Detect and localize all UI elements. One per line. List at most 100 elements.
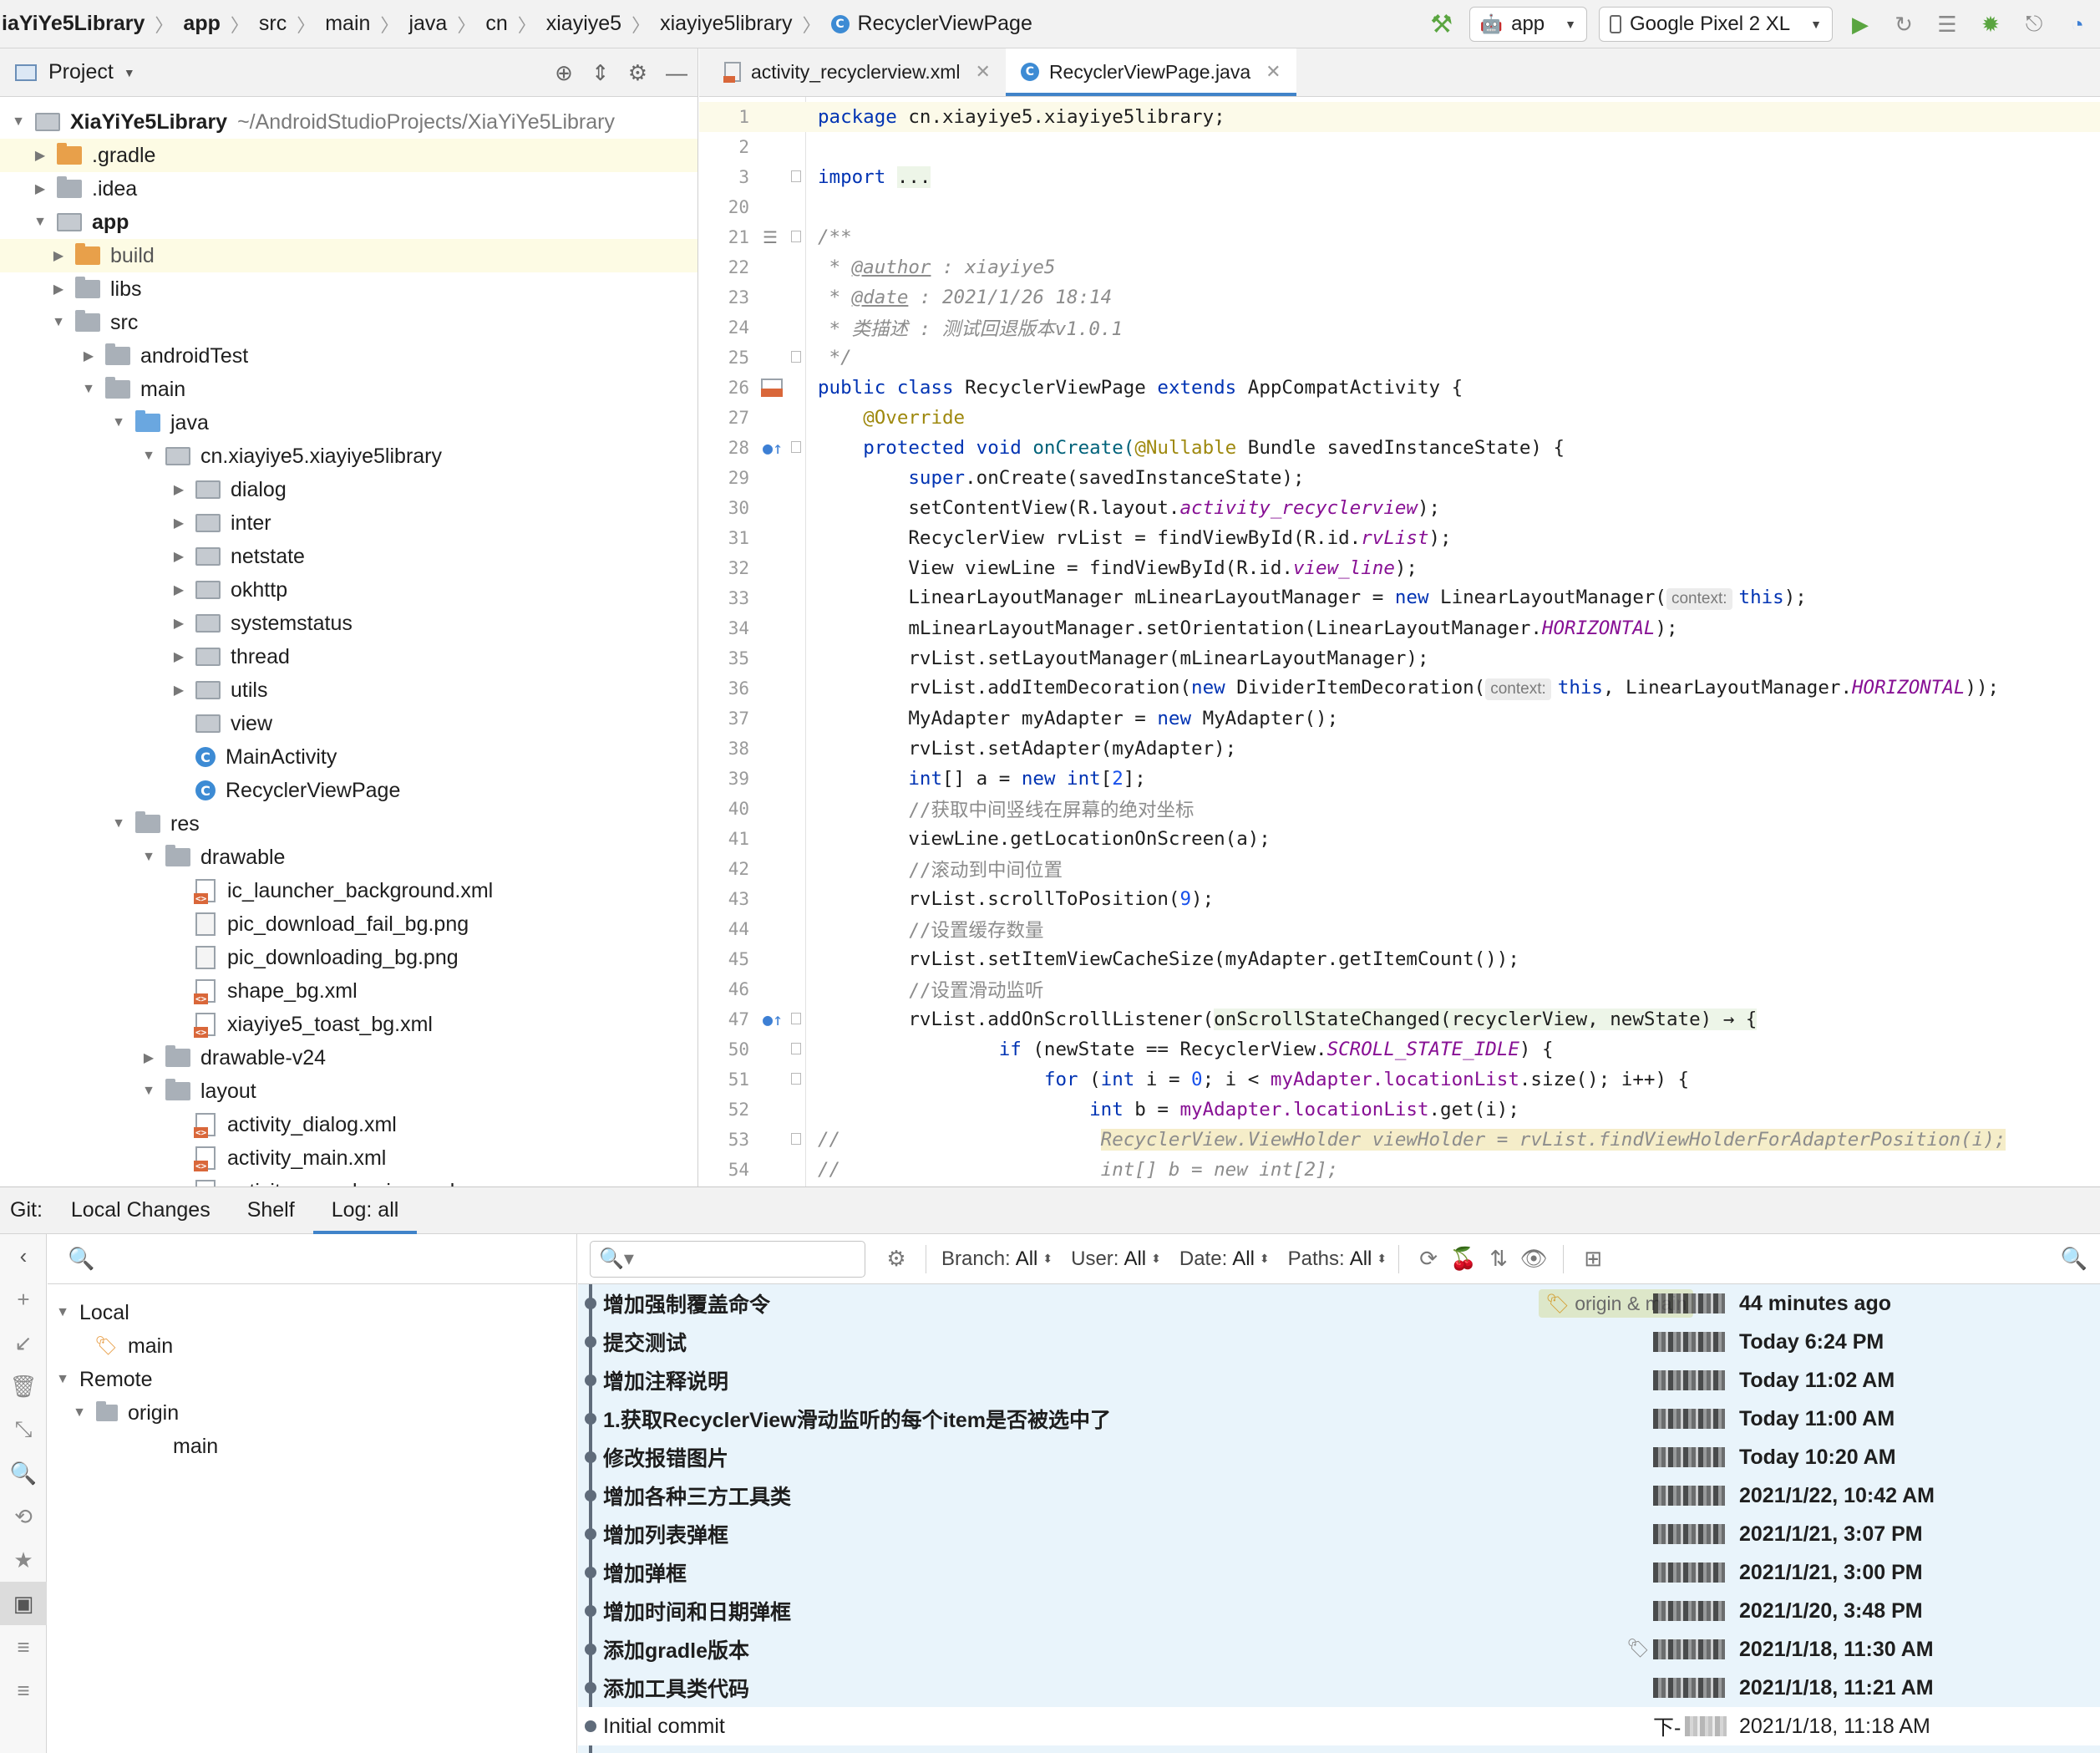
tree-item-root[interactable]: ▼ XiaYiYe5Library ~/AndroidStudioProjects/… — [0, 105, 697, 139]
code-line[interactable]: 51 for (int i = 0; i < myAdapter.locatio… — [699, 1065, 2100, 1095]
commit-row[interactable]: 增加列表弹框 2021/1/21, 3:07 PM — [578, 1515, 2100, 1553]
tree-item-file[interactable]: ▶pic_download_fail_bg.png — [0, 907, 697, 941]
code-line[interactable]: 42 //滚动到中间位置 — [699, 854, 2100, 884]
code-line[interactable]: 50 if (newState == RecyclerView.SCROLL_S… — [699, 1034, 2100, 1065]
attach-debugger-icon[interactable]: ⎋ — [2018, 8, 2050, 40]
tree-item-netstate[interactable]: ▶ netstate — [0, 540, 697, 573]
add-icon[interactable]: + — [0, 1278, 47, 1321]
commit-row[interactable]: 修改报错图片 Today 10:20 AM — [578, 1438, 2100, 1476]
code-line[interactable]: 53 // RecyclerView.ViewHolder viewHolder … — [699, 1125, 2100, 1155]
run-icon[interactable]: ▶ — [1844, 8, 1876, 40]
commit-row[interactable]: 增加强制覆盖命令 🏷 origin & main 44 minutes ago — [578, 1284, 2100, 1323]
code-line[interactable]: 1 package cn.xiayiye5.xiayiye5library; — [699, 102, 2100, 132]
branch-group-remote[interactable]: ▼ Remote — [48, 1363, 576, 1396]
code-line[interactable]: 3 import ... — [699, 162, 2100, 192]
folded-lambda[interactable]: onScrollStateChanged(recyclerView, newSt… — [1214, 1009, 1758, 1030]
tree-item-src[interactable]: ▼ src — [0, 306, 697, 339]
tree-item-res[interactable]: ▼ res — [0, 807, 697, 841]
tree-item-androidtest[interactable]: ▶ androidTest — [0, 339, 697, 373]
tree-item-inter[interactable]: ▶ inter — [0, 506, 697, 540]
close-icon[interactable]: ✕ — [1266, 61, 1281, 83]
code-line[interactable]: 37 MyAdapter myAdapter = new MyAdapter()… — [699, 704, 2100, 734]
collapse-icon[interactable]: ⇕ — [591, 60, 610, 86]
sort-icon[interactable]: ⇅ — [1481, 1246, 1516, 1272]
breadcrumb-src[interactable]: src — [252, 12, 293, 36]
refresh-icon[interactable]: ⟳ — [1411, 1246, 1446, 1272]
hammer-icon[interactable]: ⚒ — [1426, 8, 1458, 40]
code-line[interactable]: 38 rvList.setAdapter(myAdapter); — [699, 734, 2100, 764]
branch-group-local[interactable]: ▼ Local — [48, 1296, 576, 1329]
tree-item-file[interactable]: ▶activity_recyclerview.xml — [0, 1175, 697, 1186]
tree-item-file[interactable]: ▶shape_bg.xml — [0, 974, 697, 1008]
code-line[interactable]: 45 rvList.setItemViewCacheSize(myAdapter… — [699, 944, 2100, 974]
device-select[interactable]: Google Pixel 2 XL ▼ — [1599, 7, 1833, 42]
collapsed-arrow-icon[interactable]: ▶ — [169, 515, 189, 531]
tree-item-okhttp[interactable]: ▶ okhttp — [0, 573, 697, 607]
tree-item-java[interactable]: ▼ java — [0, 406, 697, 440]
compare-icon[interactable]: ⤡ — [0, 1408, 47, 1451]
expanded-arrow-icon[interactable]: ▼ — [109, 415, 129, 430]
expanded-arrow-icon[interactable]: ▼ — [109, 816, 129, 831]
collapsed-arrow-icon[interactable]: ▶ — [139, 1049, 159, 1066]
code-line[interactable]: 33 LinearLayoutManager mLinearLayoutMana… — [699, 583, 2100, 613]
code-line[interactable]: 2 — [699, 132, 2100, 162]
tree-item-libs[interactable]: ▶ libs — [0, 272, 697, 306]
delete-icon[interactable]: 🗑 — [0, 1364, 47, 1408]
code-line[interactable]: 28 ●↑ protected void onCreate(@Nullable B… — [699, 433, 2100, 463]
breadcrumb-cn[interactable]: cn — [479, 12, 514, 36]
code-line[interactable]: 52 int b = myAdapter.locationList.get(i)… — [699, 1095, 2100, 1125]
tab-local-changes[interactable]: Local Changes — [53, 1187, 229, 1234]
collapsed-arrow-icon[interactable]: ▶ — [169, 648, 189, 665]
breadcrumb-class[interactable]: C RecyclerViewPage — [824, 12, 1039, 36]
javadoc-icon[interactable]: ☰ — [763, 227, 778, 247]
rerun-icon[interactable]: ↻ — [1888, 8, 1920, 40]
code-line[interactable]: 30 setContentView(R.layout.activity_recy… — [699, 493, 2100, 523]
branch-filter[interactable]: Branch: All ⬍ — [941, 1247, 1053, 1271]
code-line[interactable]: 34 mLinearLayoutManager.setOrientation(L… — [699, 613, 2100, 643]
tab-activity-recyclerview-xml[interactable]: activity_recyclerview.xml ✕ — [709, 48, 1006, 96]
breadcrumb-app[interactable]: app — [176, 12, 226, 36]
tree-item-file[interactable]: ▶pic_downloading_bg.png — [0, 941, 697, 974]
collapsed-arrow-icon[interactable]: ▶ — [169, 548, 189, 565]
code-area[interactable]: 1 package cn.xiayiye5.xiayiye5library; 2 … — [699, 97, 2100, 1186]
commit-row[interactable]: 增加弹框 2021/1/21, 3:00 PM — [578, 1553, 2100, 1592]
tree-item-file[interactable]: ▶activity_main.xml — [0, 1141, 697, 1175]
fold-icon[interactable] — [791, 170, 801, 182]
tree-item-app[interactable]: ▼ app — [0, 206, 697, 239]
chevron-down-icon[interactable]: ▼ — [124, 66, 135, 79]
tree-item-file[interactable]: ▶xiayiye5_toast_bg.xml — [0, 1008, 697, 1041]
tree-item-utils[interactable]: ▶ utils — [0, 673, 697, 707]
collapsed-arrow-icon[interactable]: ▶ — [30, 147, 50, 164]
tree-item-file[interactable]: ▶activity_dialog.xml — [0, 1108, 697, 1141]
code-line[interactable]: 40 //获取中间竖线在屏幕的绝对坐标 — [699, 794, 2100, 824]
commit-row[interactable]: 增加时间和日期弹框 2021/1/20, 3:48 PM — [578, 1592, 2100, 1630]
tree-item-layout[interactable]: ▼ layout — [0, 1075, 697, 1108]
eye-icon[interactable]: 👁 — [1516, 1246, 1551, 1272]
override-icon[interactable]: ●↑ — [763, 1009, 783, 1029]
branch-search-input[interactable]: 🔍 — [48, 1234, 576, 1284]
breadcrumb-project[interactable]: iaYiYe5Library — [0, 12, 151, 36]
expanded-arrow-icon[interactable]: ▼ — [53, 1372, 73, 1387]
tree-item-idea[interactable]: ▶ .idea — [0, 172, 697, 206]
tree-item-build[interactable]: ▶ build — [0, 239, 697, 272]
collapsed-arrow-icon[interactable]: ▶ — [169, 682, 189, 699]
tree-item-main[interactable]: ▼ main — [0, 373, 697, 406]
tree-item-file[interactable]: ▶ic_launcher_background.xml — [0, 874, 697, 907]
close-icon[interactable]: ✕ — [976, 61, 991, 83]
expanded-arrow-icon[interactable]: ▼ — [53, 1305, 73, 1320]
gear-icon[interactable]: ⚙ — [879, 1246, 914, 1272]
tab-recyclerviewpage-java[interactable]: C RecyclerViewPage.java ✕ — [1005, 48, 1296, 96]
collapsed-arrow-icon[interactable]: ▶ — [169, 582, 189, 598]
code-line[interactable]: 22 * @author : xiayiye5 — [699, 252, 2100, 282]
tree-item-package[interactable]: ▼ cn.xiayiye5.xiayiye5library — [0, 440, 697, 473]
code-line[interactable]: 54 // int[] b = new int[2]; — [699, 1155, 2100, 1185]
fold-icon[interactable] — [791, 1013, 801, 1024]
tree-item-systemstatus[interactable]: ▶ systemstatus — [0, 607, 697, 640]
code-line[interactable]: 32 View viewLine = findViewById(R.id.vie… — [699, 553, 2100, 583]
minimize-icon[interactable]: — — [666, 60, 687, 86]
commit-row[interactable]: 增加注释说明 Today 11:02 AM — [578, 1361, 2100, 1400]
breadcrumb-main[interactable]: main — [318, 12, 377, 36]
profiler-icon[interactable]: ◔ — [2062, 8, 2093, 40]
locate-icon[interactable]: ⊕ — [555, 60, 573, 86]
star-icon[interactable]: ★ — [0, 1538, 47, 1582]
